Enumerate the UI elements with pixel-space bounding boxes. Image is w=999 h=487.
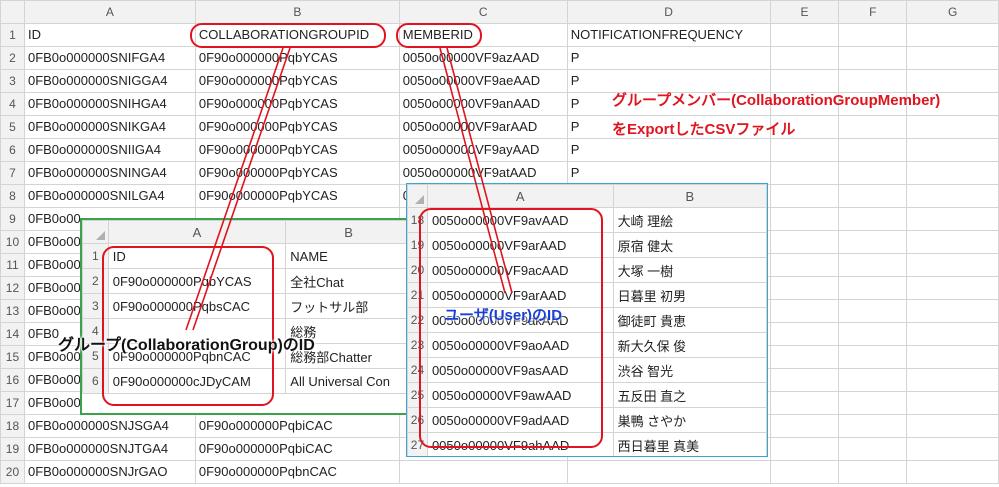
csv-annotation-line1: グループメンバー(CollaborationGroupMember) — [612, 92, 941, 109]
group-id-annotation: グループ(CollaborationGroup)のID — [58, 337, 315, 354]
csv-annotation-line2: をExportしたCSVファイル — [612, 121, 796, 138]
connector-lines — [185, 47, 513, 331]
user-id-annotation: ユーザ(User)のID — [444, 307, 563, 324]
